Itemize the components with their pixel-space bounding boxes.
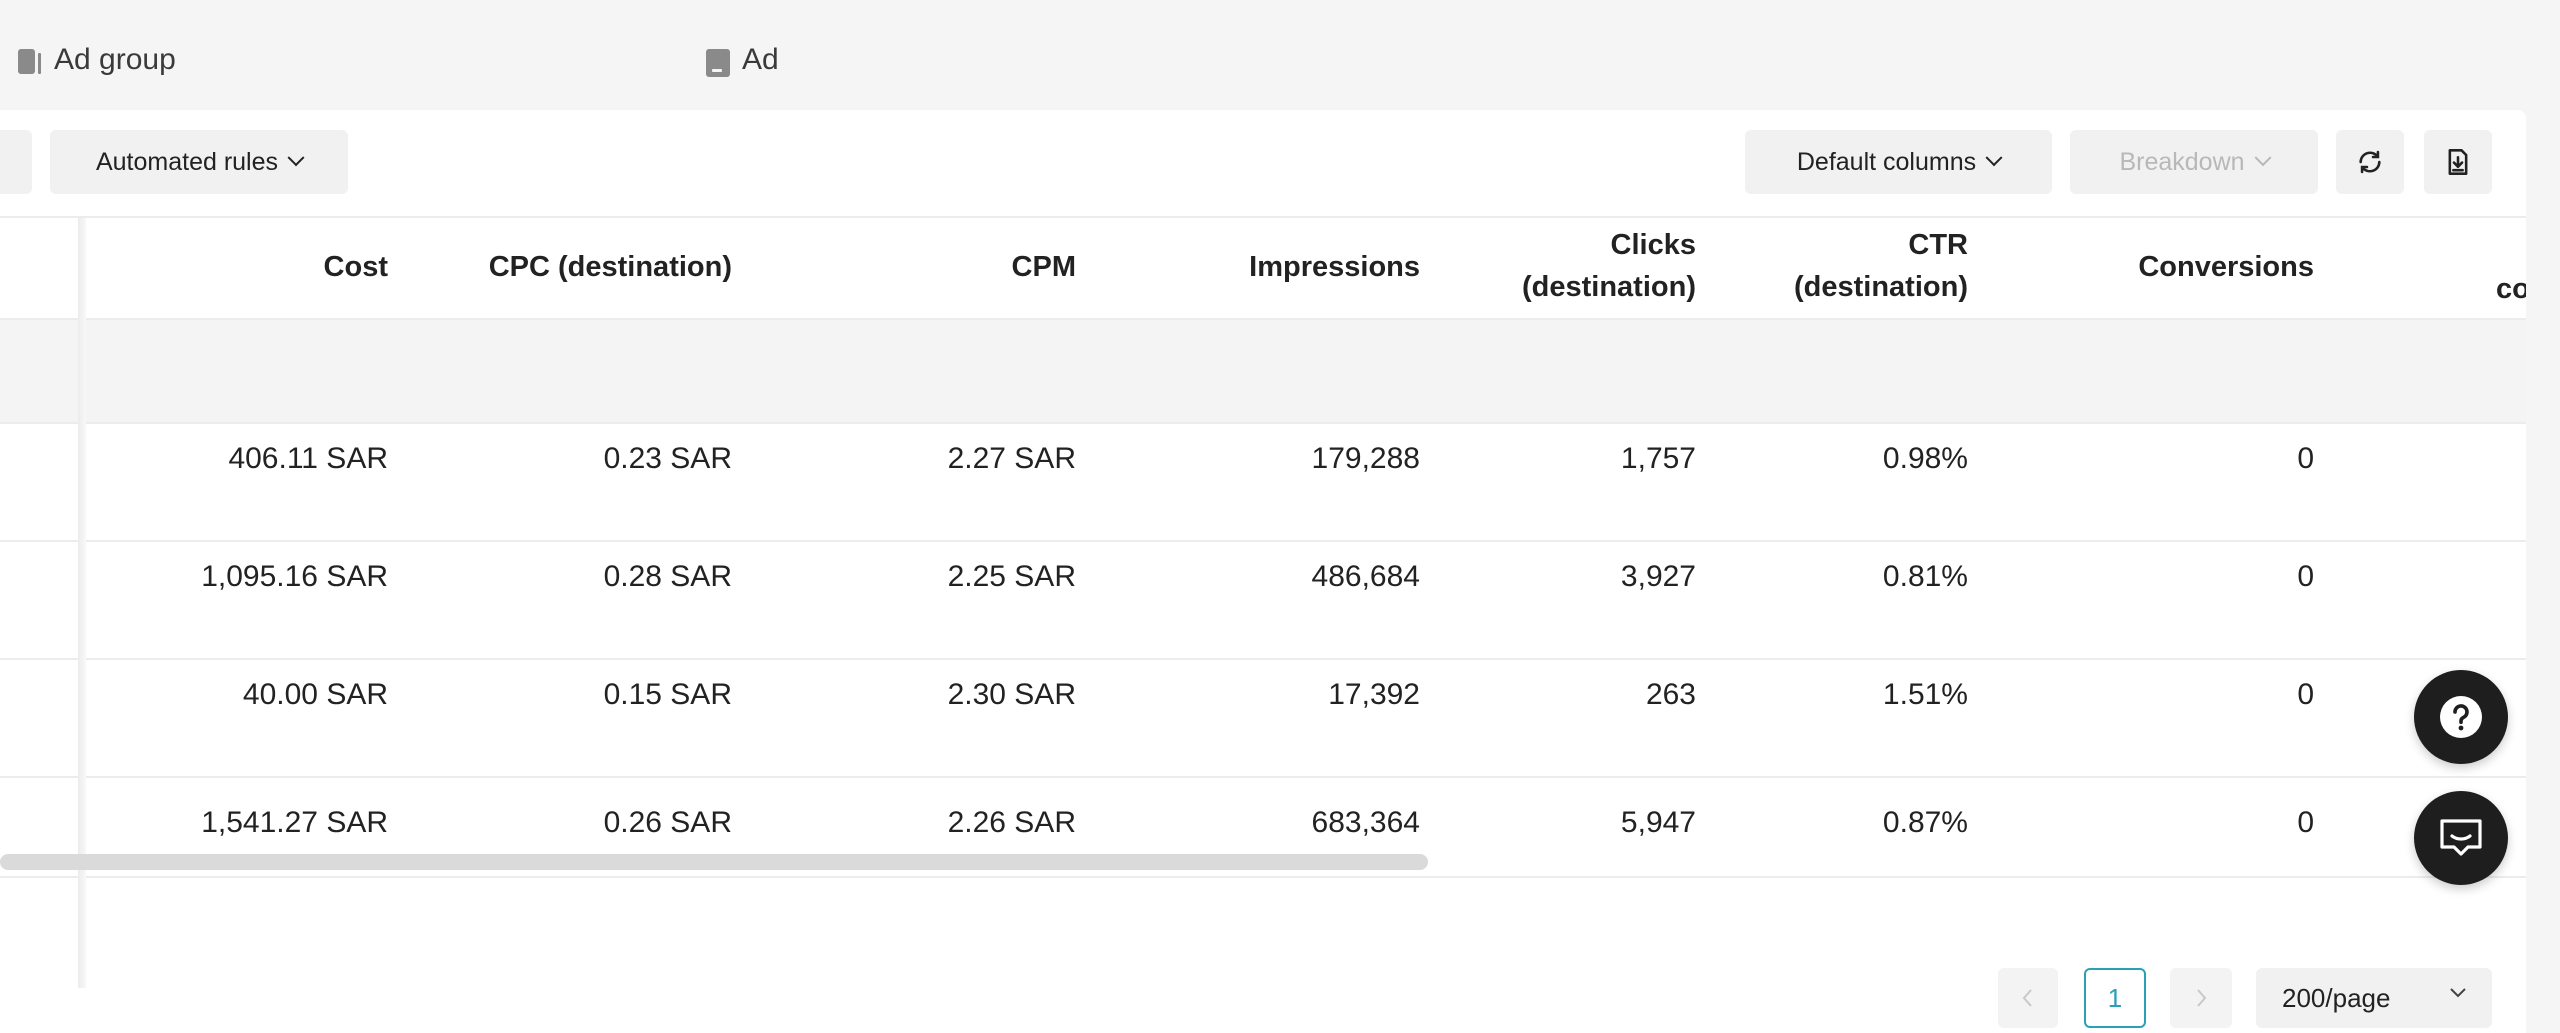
cell-cpc: 0.23 SAR bbox=[480, 442, 732, 476]
column-header-clicks-line1: Clicks bbox=[1470, 224, 1696, 266]
ad-icon bbox=[706, 45, 728, 75]
chat-icon bbox=[2438, 817, 2484, 859]
chevron-left-icon bbox=[2020, 987, 2036, 1009]
cell-cpm: 2.27 SAR bbox=[880, 442, 1076, 476]
column-header-clicks[interactable]: Clicks (destination) bbox=[1470, 224, 1696, 308]
cell-impressions: 683,364 bbox=[1200, 806, 1420, 840]
row-divider bbox=[0, 658, 2526, 660]
cell-ctr: 1.51% bbox=[1760, 678, 1968, 712]
frozen-column-edge bbox=[78, 218, 86, 988]
chevron-down-icon bbox=[2254, 149, 2271, 166]
page-size-label: 200/page bbox=[2282, 983, 2390, 1014]
cell-ctr: 0.81% bbox=[1760, 560, 1968, 594]
column-header-ctr-line1: CTR bbox=[1740, 224, 1968, 266]
chevron-down-icon bbox=[1986, 149, 2003, 166]
cell-cpm: 2.25 SAR bbox=[880, 560, 1076, 594]
column-header-cost[interactable]: Cost bbox=[190, 246, 388, 288]
cell-cost: 1,095.16 SAR bbox=[150, 560, 388, 594]
cell-impressions: 179,288 bbox=[1200, 442, 1420, 476]
tab-ad-group[interactable]: Ad group bbox=[18, 38, 176, 82]
tab-ad[interactable]: Ad bbox=[706, 38, 779, 82]
refresh-icon bbox=[2356, 148, 2384, 176]
cell-impressions: 17,392 bbox=[1200, 678, 1420, 712]
ad-group-icon bbox=[18, 45, 40, 75]
cell-cost: 40.00 SAR bbox=[150, 678, 388, 712]
column-header-conversions[interactable]: Conversions bbox=[2100, 246, 2314, 288]
cell-ctr: 0.87% bbox=[1760, 806, 1968, 840]
next-page-button[interactable] bbox=[2170, 968, 2232, 1028]
tab-ad-label: Ad bbox=[742, 43, 779, 77]
column-header-impressions[interactable]: Impressions bbox=[1180, 246, 1420, 288]
breakdown-button[interactable]: Breakdown bbox=[2070, 130, 2318, 194]
cell-cost: 1,541.27 SAR bbox=[150, 806, 388, 840]
cell-ctr: 0.98% bbox=[1760, 442, 1968, 476]
cell-cost: 406.11 SAR bbox=[150, 442, 388, 476]
column-header-ctr-line2: (destination) bbox=[1740, 266, 1968, 308]
page-number-1[interactable]: 1 bbox=[2084, 968, 2146, 1028]
column-header-cpc[interactable]: CPC (destination) bbox=[440, 246, 732, 288]
horizontal-scrollbar[interactable] bbox=[0, 854, 1428, 870]
breakdown-label: Breakdown bbox=[2119, 148, 2244, 177]
cell-cpc: 0.26 SAR bbox=[480, 806, 732, 840]
chevron-down-icon bbox=[288, 149, 305, 166]
page-size-select[interactable]: 200/page bbox=[2256, 968, 2492, 1028]
column-header-ctr[interactable]: CTR (destination) bbox=[1740, 224, 1968, 308]
chevron-down-icon bbox=[2448, 986, 2468, 1000]
default-columns-label: Default columns bbox=[1797, 148, 1976, 177]
chat-button[interactable] bbox=[2414, 791, 2508, 885]
cell-cpc: 0.28 SAR bbox=[480, 560, 732, 594]
automated-rules-label: Automated rules bbox=[96, 148, 278, 177]
export-button[interactable] bbox=[2424, 130, 2492, 194]
help-icon bbox=[2438, 694, 2484, 740]
cell-cpc: 0.15 SAR bbox=[480, 678, 732, 712]
cell-clicks: 1,757 bbox=[1500, 442, 1696, 476]
table-header-top-border bbox=[0, 216, 2526, 218]
table-bottom-border bbox=[0, 876, 2526, 878]
download-icon bbox=[2444, 148, 2472, 176]
tab-ad-group-label: Ad group bbox=[54, 43, 176, 77]
summary-row bbox=[0, 320, 2526, 422]
cell-cpm: 2.26 SAR bbox=[880, 806, 1076, 840]
cell-impressions: 486,684 bbox=[1200, 560, 1420, 594]
cell-cpm: 2.30 SAR bbox=[880, 678, 1076, 712]
column-header-partial: co bbox=[2496, 268, 2526, 310]
automated-rules-button[interactable]: Automated rules bbox=[50, 130, 348, 194]
row-divider bbox=[0, 776, 2526, 778]
row-divider bbox=[0, 422, 2526, 424]
campaign-table-panel: Automated rules Default columns Breakdow… bbox=[0, 110, 2526, 1033]
cell-clicks: 5,947 bbox=[1500, 806, 1696, 840]
refresh-button[interactable] bbox=[2336, 130, 2404, 194]
cell-clicks: 3,927 bbox=[1500, 560, 1696, 594]
cell-conversions: 0 bbox=[2100, 442, 2314, 476]
cell-conversions: 0 bbox=[2100, 806, 2314, 840]
help-button[interactable] bbox=[2414, 670, 2508, 764]
cell-conversions: 0 bbox=[2100, 560, 2314, 594]
cell-conversions: 0 bbox=[2100, 678, 2314, 712]
toolbar-button-partial[interactable] bbox=[0, 130, 32, 194]
default-columns-button[interactable]: Default columns bbox=[1745, 130, 2052, 194]
chevron-right-icon bbox=[2193, 987, 2209, 1009]
column-header-cpm[interactable]: CPM bbox=[880, 246, 1076, 288]
prev-page-button[interactable] bbox=[1998, 968, 2058, 1028]
cell-clicks: 263 bbox=[1500, 678, 1696, 712]
column-header-clicks-line2: (destination) bbox=[1470, 266, 1696, 308]
row-divider bbox=[0, 540, 2526, 542]
